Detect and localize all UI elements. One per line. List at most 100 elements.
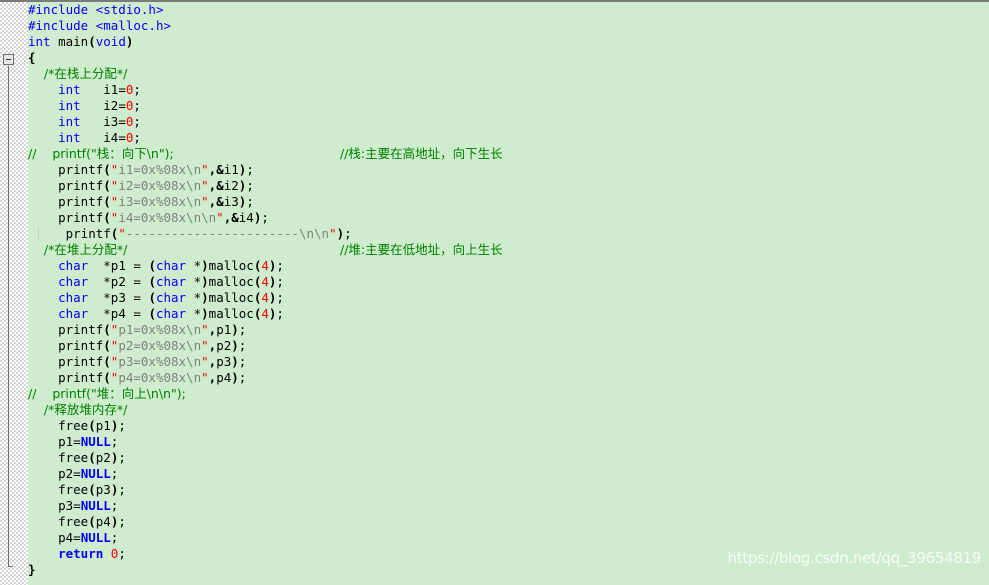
code-line: } <box>28 562 989 578</box>
code-token: * <box>193 290 202 305</box>
code-token: ; <box>133 130 141 145</box>
code-line: #include <stdio.h> <box>28 2 989 18</box>
code-token: i2= <box>80 98 126 113</box>
code-line: char *p4 = (char *)malloc(4); <box>28 306 989 322</box>
code-token: p1 <box>95 418 111 433</box>
code-token: ; <box>344 226 352 241</box>
code-token: char <box>58 306 89 321</box>
code-token: * <box>193 306 202 321</box>
editor-gutter <box>0 2 20 585</box>
code-token: ; <box>118 546 126 561</box>
code-token: ; <box>118 418 126 433</box>
code-line: free(p4); <box>28 514 989 530</box>
code-token: ) <box>231 354 239 369</box>
code-token: ; <box>133 114 141 129</box>
code-token: -----------------------\n\n <box>125 226 330 241</box>
code-token: printf <box>28 178 104 193</box>
code-token: i3= <box>80 114 126 129</box>
code-token: i2 <box>223 178 239 193</box>
code-fold-collapse-icon[interactable] <box>3 54 14 65</box>
code-token: ( <box>88 34 96 49</box>
code-token: ; <box>276 258 284 273</box>
code-token: printf <box>28 194 104 209</box>
code-token: *p3 = <box>88 290 149 305</box>
code-token: ; <box>118 450 126 465</box>
code-token: 4 <box>261 274 269 289</box>
code-token: * <box>193 258 202 273</box>
code-token: ) <box>231 370 239 385</box>
code-token: ; <box>133 98 141 113</box>
code-token: char <box>155 274 194 289</box>
code-token: ; <box>110 434 119 449</box>
code-token: <malloc.h> <box>95 18 171 33</box>
code-token: malloc <box>208 290 254 305</box>
code-line: char *p3 = (char *)malloc(4); <box>28 290 989 306</box>
code-token: 4 <box>261 258 269 273</box>
code-line: // printf("堆：向上\n\n"); <box>28 386 989 402</box>
code-token: ; <box>238 322 247 337</box>
code-token: NULL <box>80 466 111 481</box>
code-token: ( <box>148 274 156 289</box>
code-token: p3=0x%08x\n <box>118 354 202 369</box>
code-token: /*在堆上分配*/ <box>28 242 128 257</box>
code-token: char <box>58 274 89 289</box>
code-line: printf("-----------------------\n\n"); <box>28 226 989 242</box>
code-line: char *p1 = (char *)malloc(4); <box>28 258 989 274</box>
code-token: ( <box>88 514 96 529</box>
code-line: return 0; <box>28 546 989 562</box>
code-token: char <box>58 258 89 273</box>
code-token: " <box>201 178 209 193</box>
code-token: " <box>216 210 224 225</box>
code-token: i2=0x%08x\n <box>118 178 202 193</box>
code-token: { <box>28 50 36 65</box>
code-token: " <box>329 226 337 241</box>
code-token: printf <box>28 162 104 177</box>
code-text-area[interactable]: #include <stdio.h> #include <malloc.h> int… <box>28 2 989 585</box>
code-token: i4 <box>238 210 254 225</box>
code-token: char <box>155 290 194 305</box>
code-token: printf <box>28 226 111 241</box>
code-line: int i3=0; <box>28 114 989 130</box>
code-token: ( <box>88 418 96 433</box>
code-token: ( <box>148 290 156 305</box>
code-token: p4=0x%08x\n <box>118 370 202 385</box>
code-line: // printf("栈：向下\n"); //栈:主要在高地址，向下生长 <box>28 146 989 162</box>
code-token: " <box>118 226 126 241</box>
code-token: ) <box>201 306 209 321</box>
code-token: i1= <box>80 82 126 97</box>
code-token: #include <box>28 18 96 33</box>
code-token: ; <box>110 530 119 545</box>
code-token: char <box>155 306 194 321</box>
code-token: NULL <box>80 434 111 449</box>
code-token: p3= <box>28 498 81 513</box>
code-token: ; <box>110 498 119 513</box>
code-token: ) <box>201 290 209 305</box>
code-token: ( <box>103 354 111 369</box>
code-token: *p2 = <box>88 274 149 289</box>
code-token: p4= <box>28 530 81 545</box>
code-token: ( <box>103 194 111 209</box>
code-token: printf <box>28 338 104 353</box>
code-token: NULL <box>80 530 111 545</box>
code-line: printf("i2=0x%08x\n",&i2); <box>28 178 989 194</box>
code-token: char <box>58 290 89 305</box>
code-token: void <box>95 34 126 49</box>
code-token: ; <box>238 354 247 369</box>
code-token: i4=0x%08x\n\n <box>118 210 217 225</box>
code-token: i1=0x%08x\n <box>118 162 202 177</box>
code-token: /*释放堆内存*/ <box>28 402 128 417</box>
code-token: p4 <box>95 514 111 529</box>
code-token: *p4 = <box>88 306 149 321</box>
code-token: ) <box>201 274 209 289</box>
code-token: ( <box>148 258 156 273</box>
code-token: ; <box>261 210 269 225</box>
code-token: // printf("堆：向上\n\n"); <box>28 386 186 401</box>
code-token: free <box>28 514 89 529</box>
code-token: ; <box>276 290 284 305</box>
code-token: " <box>201 354 209 369</box>
code-line: printf("i1=0x%08x\n",&i1); <box>28 162 989 178</box>
code-line: /*释放堆内存*/ <box>28 402 989 418</box>
